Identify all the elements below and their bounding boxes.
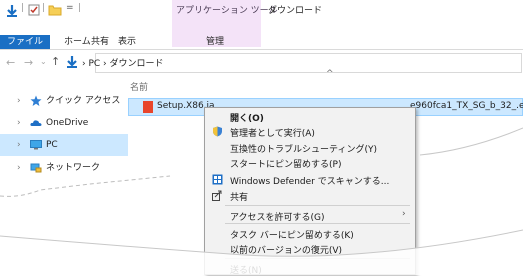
menu-item-pin-start[interactable]: スタートにピン留めする(P) bbox=[230, 157, 341, 170]
downloads-folder-icon bbox=[67, 56, 77, 68]
expand-icon[interactable]: › bbox=[17, 90, 21, 112]
qat-divider: | bbox=[78, 3, 82, 13]
menu-item-open[interactable]: 開く(O) bbox=[230, 111, 264, 124]
network-icon bbox=[30, 163, 42, 173]
window-title: ダウンロード bbox=[268, 6, 323, 16]
star-icon bbox=[30, 95, 42, 106]
expand-icon[interactable]: › bbox=[17, 112, 21, 134]
download-arrow-icon[interactable] bbox=[5, 4, 19, 18]
menu-item-share[interactable]: 共有 bbox=[230, 190, 248, 203]
menu-separator bbox=[225, 205, 410, 206]
menu-separator bbox=[225, 258, 410, 259]
expand-icon[interactable]: › bbox=[17, 157, 21, 179]
menu-separator bbox=[225, 223, 410, 224]
qat-divider: | bbox=[21, 3, 25, 13]
tab-file[interactable]: ファイル bbox=[0, 35, 51, 49]
file-name-tail[interactable]: e960fca1_TX_SG_b_32_.exe bbox=[410, 101, 523, 111]
nav-item-pc[interactable]: › PC bbox=[0, 134, 128, 156]
submenu-chevron-icon: › bbox=[402, 209, 406, 219]
menu-item-send-to[interactable]: 送る(N) bbox=[230, 263, 262, 276]
nav-item-onedrive[interactable]: › OneDrive bbox=[0, 112, 128, 134]
cloud-icon bbox=[30, 120, 42, 126]
back-icon[interactable]: ← bbox=[6, 56, 15, 69]
qat-divider: | bbox=[42, 3, 46, 13]
menu-item-pin-taskbar[interactable]: タスク バーにピン留めする(K) bbox=[230, 228, 354, 241]
nav-item-network[interactable]: › ネットワーク bbox=[0, 157, 128, 179]
expand-icon[interactable]: › bbox=[17, 134, 21, 156]
column-header-name[interactable]: 名前 bbox=[130, 80, 148, 93]
new-folder-icon[interactable] bbox=[48, 4, 62, 16]
tab-view[interactable]: 表示 bbox=[111, 35, 143, 49]
context-group-label: アプリケーション ツール bbox=[176, 6, 278, 16]
nav-item-quick-access[interactable]: › クイック アクセス bbox=[0, 90, 128, 112]
share-icon bbox=[212, 190, 222, 201]
properties-icon[interactable] bbox=[28, 4, 40, 16]
menu-item-troubleshoot-compat[interactable]: 互換性のトラブルシューティング(Y) bbox=[230, 142, 377, 155]
qat-customize-icon[interactable]: = bbox=[66, 3, 74, 13]
forward-icon[interactable]: → bbox=[24, 56, 33, 69]
office-setup-icon bbox=[143, 101, 153, 113]
breadcrumb[interactable]: › PC › ダウンロード bbox=[82, 56, 164, 69]
tab-manage[interactable]: 管理 bbox=[185, 35, 245, 49]
monitor-icon bbox=[30, 140, 42, 150]
menu-item-defender-scan[interactable]: Windows Defender でスキャンする... bbox=[230, 174, 389, 187]
ribbon-divider bbox=[0, 49, 523, 50]
shield-icon bbox=[213, 126, 222, 137]
defender-icon bbox=[212, 174, 223, 185]
recent-dropdown-icon[interactable]: ⌄ bbox=[40, 57, 47, 66]
up-icon[interactable]: ↑ bbox=[51, 55, 60, 68]
menu-item-give-access[interactable]: アクセスを許可する(G) bbox=[230, 210, 325, 223]
menu-item-restore-versions[interactable]: 以前のバージョンの復元(V) bbox=[230, 243, 342, 256]
sort-caret-icon: ^ bbox=[326, 69, 334, 79]
menu-item-run-as-admin[interactable]: 管理者として実行(A) bbox=[230, 126, 315, 139]
